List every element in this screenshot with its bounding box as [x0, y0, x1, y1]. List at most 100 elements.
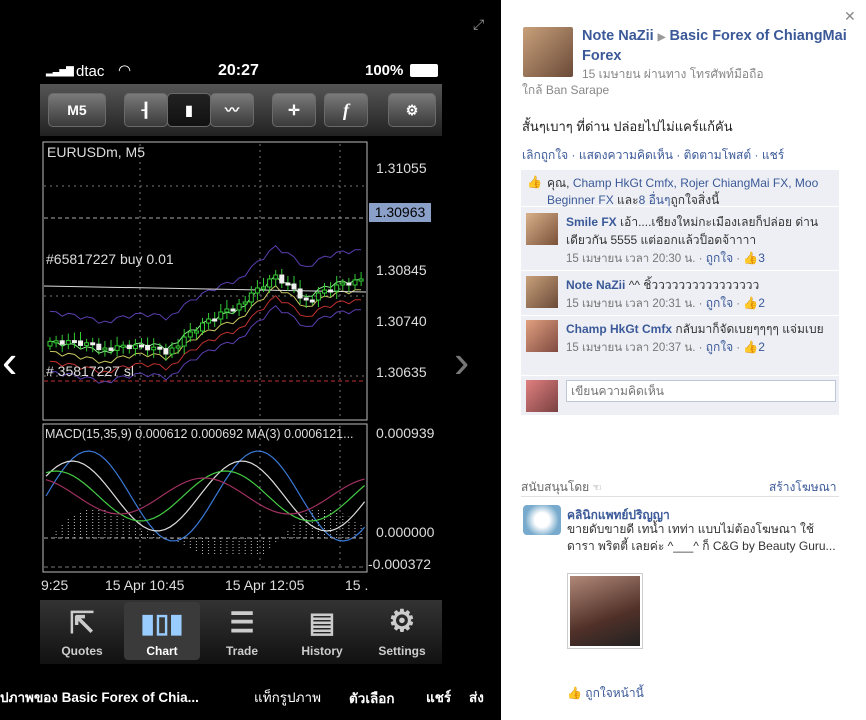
likes-prefix: คุณ,: [547, 176, 570, 190]
comment-time: 15 เมษายน เวลา 20:31 น.: [566, 298, 696, 310]
candle-body: [47, 340, 53, 347]
comment-like-count[interactable]: 2: [758, 340, 765, 354]
chart-settings-button[interactable]: ⚙: [388, 93, 436, 127]
comment-like-link[interactable]: ถูกใจ: [706, 340, 733, 354]
candle-body: [126, 344, 132, 350]
commenter-name[interactable]: Note NaZii: [566, 278, 625, 292]
candle-body: [193, 330, 199, 334]
comment-like-count[interactable]: 3: [758, 251, 765, 265]
others-link[interactable]: 8 อื่นๆ: [639, 193, 671, 207]
author-avatar[interactable]: [523, 27, 573, 77]
ad-logo[interactable]: [523, 505, 561, 535]
time-label: 15 Apr 10:45: [105, 577, 185, 593]
candle-body: [322, 289, 327, 294]
next-photo-icon[interactable]: ›: [454, 334, 469, 388]
ad-text: ขายดับขายดี เทน้ำ เทท่า แบบไม่ต้องโฆษณา …: [567, 522, 836, 553]
candle-body: [236, 303, 242, 311]
post-sidebar: ✕ Note NaZii ▶ Basic Forex of ChiangMai …: [501, 0, 866, 720]
candle-body: [254, 287, 260, 294]
candle-body: [175, 345, 181, 349]
wifi-icon: ◠: [118, 62, 132, 79]
create-ad-link[interactable]: สร้างโฆษณา: [769, 478, 837, 497]
options-link[interactable]: ตัวเลือก: [349, 687, 395, 709]
comment-link[interactable]: แสดงความคิดเห็น: [579, 148, 673, 162]
nav-chart[interactable]: ▮▯▮ Chart: [124, 602, 200, 660]
commenter-avatar[interactable]: [526, 320, 558, 352]
like-page-link[interactable]: 👍 ถูกใจหน้านี้: [567, 684, 644, 703]
author-link[interactable]: Note NaZii: [582, 28, 654, 44]
timeframe-button[interactable]: M5: [48, 93, 106, 127]
sl-order-label: # 35817227 sl: [46, 363, 134, 379]
commenter-avatar[interactable]: [526, 213, 558, 245]
nav-quotes[interactable]: ⇱ Quotes: [44, 602, 120, 660]
candle-chart-button[interactable]: ▮: [167, 93, 211, 127]
macd-axis-label: 0.000000: [376, 524, 435, 540]
like-count-icon[interactable]: 👍: [743, 296, 758, 310]
commenter-name[interactable]: Smile FX: [566, 215, 617, 229]
comment-input[interactable]: [566, 380, 836, 402]
candle-body: [267, 278, 273, 288]
bar-chart-button[interactable]: ┨: [124, 93, 168, 127]
share-link[interactable]: แชร์: [426, 686, 451, 708]
candle-body: [328, 289, 334, 293]
viewer-avatar: [526, 380, 558, 412]
location-label: ใกล้ Ban Sarape: [522, 83, 610, 97]
candle-body: [151, 346, 157, 351]
indicators-button[interactable]: f: [324, 93, 368, 127]
candle-body: [163, 348, 169, 355]
comment-like-link[interactable]: ถูกใจ: [706, 296, 733, 310]
candle-body: [358, 278, 364, 282]
tag-photo-link[interactable]: แท็กรูปภาพ: [254, 686, 321, 708]
candle-body: [78, 340, 83, 346]
crosshair-button[interactable]: ✛: [272, 93, 316, 127]
like-count-icon[interactable]: 👍: [743, 251, 758, 265]
arrow-icon: ▶: [657, 32, 666, 43]
line-chart-button[interactable]: 〰: [210, 93, 254, 127]
current-price-tag: 1.30963: [369, 203, 431, 222]
candle-body: [181, 336, 187, 347]
commenter-avatar[interactable]: [526, 276, 558, 308]
expand-icon[interactable]: ⤢: [473, 16, 484, 33]
liker-link[interactable]: Champ HkGt Cmfx,: [573, 176, 677, 190]
like-count-icon[interactable]: 👍: [743, 340, 758, 354]
candle-body: [114, 345, 120, 351]
candle-body: [315, 292, 321, 301]
previous-photo-icon[interactable]: ‹: [2, 334, 17, 388]
nav-trade[interactable]: ☰ Trade: [204, 602, 280, 660]
unlike-link[interactable]: เลิกถูกใจ: [522, 148, 568, 162]
nav-settings[interactable]: ⚙ Settings: [364, 602, 440, 660]
commenter-name[interactable]: Champ HkGt Cmfx: [566, 322, 672, 336]
close-icon[interactable]: ✕: [844, 8, 856, 25]
follow-link[interactable]: ติดตามโพสต์: [684, 148, 752, 162]
photo-caption: ปภาพของ Basic Forex of Chia...: [0, 690, 199, 705]
divider: [521, 375, 839, 376]
share-post-link[interactable]: แชร์: [762, 148, 784, 162]
candle-body: [242, 301, 248, 305]
liker-link[interactable]: Rojer ChiangMai FX,: [680, 176, 791, 190]
candle-chart-icon: ▮: [185, 102, 193, 118]
candle-body: [169, 347, 175, 355]
candle-body: [309, 299, 315, 303]
candle-body: [187, 331, 193, 338]
candle-body: [139, 344, 144, 348]
quotes-icon: ⇱: [69, 607, 95, 640]
candle-body: [297, 288, 303, 299]
comment-like-count[interactable]: 2: [758, 296, 765, 310]
candle-body: [96, 343, 102, 351]
comment-like-link[interactable]: ถูกใจ: [706, 251, 733, 265]
candle-body: [334, 284, 340, 292]
signal-icon: ▂▃▅▇: [46, 66, 74, 77]
candle-body: [120, 344, 126, 348]
candle-body: [340, 282, 346, 286]
clock: 20:27: [218, 62, 259, 79]
candle-body: [291, 283, 297, 290]
post-header: Note NaZii ▶ Basic Forex of ChiangMai Fo…: [582, 27, 852, 65]
divider: [521, 315, 839, 316]
nav-history[interactable]: ▤ History: [284, 602, 360, 660]
battery-icon: [410, 64, 438, 77]
send-link[interactable]: ส่ง: [469, 686, 484, 708]
macd-label: MACD(15,35,9) 0.000612 0.000692 MA(3) 0.…: [45, 427, 354, 441]
ad-image[interactable]: [567, 573, 643, 649]
photo-viewer: ▂▃▅▇ dtac ◠ 20:27 100% ⤢ M5 ┨ ▮ 〰 ✛ f ⚙: [0, 0, 501, 720]
candle-body: [65, 340, 71, 345]
